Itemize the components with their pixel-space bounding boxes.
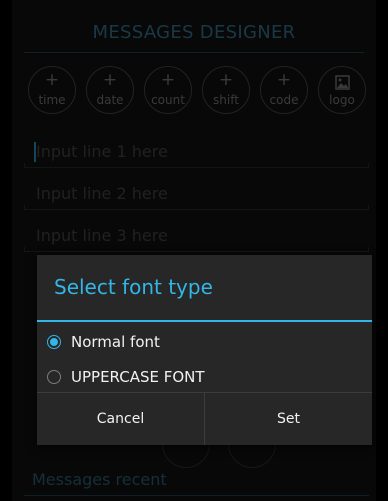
font-type-dialog: Select font type Normal font UPPERCASE F… bbox=[37, 255, 372, 445]
option-normal-font-label: Normal font bbox=[71, 333, 160, 351]
option-uppercase-font[interactable]: UPPERCASE FONT bbox=[47, 365, 367, 393]
cancel-button[interactable]: Cancel bbox=[37, 393, 204, 445]
set-button[interactable]: Set bbox=[205, 393, 372, 445]
radio-checked-icon[interactable] bbox=[47, 335, 61, 349]
dialog-title: Select font type bbox=[54, 275, 213, 299]
option-normal-font[interactable]: Normal font bbox=[47, 330, 367, 358]
dialog-title-divider bbox=[37, 320, 372, 322]
radio-unchecked-icon[interactable] bbox=[47, 370, 61, 384]
option-uppercase-font-label: UPPERCASE FONT bbox=[71, 368, 205, 386]
